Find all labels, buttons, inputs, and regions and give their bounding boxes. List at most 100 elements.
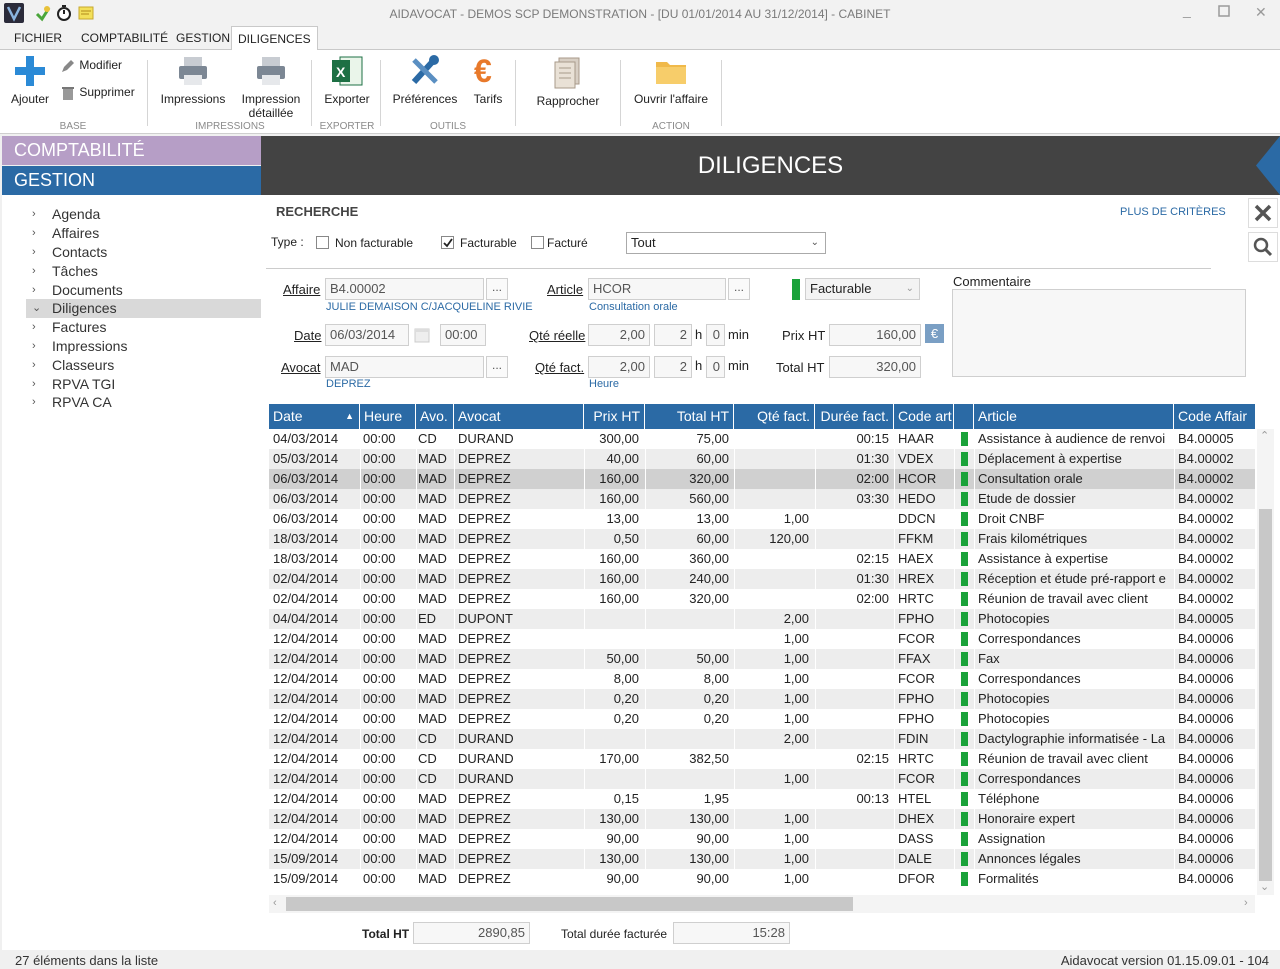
rapprocher-button[interactable]: Rapprocher — [530, 56, 606, 108]
sidebar-item-classeurs[interactable]: › Classeurs — [26, 356, 261, 375]
avocat-label[interactable]: Avocat — [281, 360, 321, 375]
col-prix-ht[interactable]: Prix HT — [584, 404, 645, 429]
sidebar-item-diligences[interactable]: ⌄ Diligences — [26, 299, 261, 318]
affaire-label[interactable]: Affaire — [283, 282, 320, 297]
sidebar-item-taches[interactable]: › Tâches — [26, 262, 261, 281]
qte-reelle-field[interactable]: 2,00 — [588, 324, 650, 346]
col-heure[interactable]: Heure — [360, 404, 416, 429]
supprimer-button[interactable]: Supprimer — [60, 85, 142, 101]
nav-gestion[interactable]: GESTION — [2, 166, 261, 195]
table-row[interactable]: 02/04/2014 00:00 MAD DEPREZ 160,00 320,00 02:0… — [269, 589, 1255, 609]
qte-fact-field[interactable]: 2,00 — [588, 356, 650, 378]
sidebar-item-agenda[interactable]: › Agenda — [26, 205, 261, 224]
ouvrir-affaire-button[interactable]: Ouvrir l'affaire — [630, 54, 712, 106]
tab-comptabilite[interactable]: COMPTABILITÉ — [75, 26, 174, 50]
col-qte-fact[interactable]: Qté fact. — [734, 404, 815, 429]
maximize-icon[interactable] — [1218, 4, 1230, 20]
more-criteria-link[interactable]: PLUS DE CRITÈRES — [1120, 206, 1226, 218]
qte-fact-label[interactable]: Qté fact. — [535, 360, 584, 375]
ajouter-button[interactable]: Ajouter — [8, 54, 52, 106]
table-row[interactable]: 04/04/2014 00:00 ED DUPONT 2,00 FPHO Photocopi… — [269, 609, 1255, 629]
vertical-scrollbar[interactable]: ⌃ ⌄ — [1257, 429, 1274, 895]
table-row[interactable]: 12/04/2014 00:00 MAD DEPREZ 0,20 0,20 1,00 FPHO… — [269, 709, 1255, 729]
col-status[interactable] — [954, 404, 974, 429]
calendar-icon[interactable] — [412, 325, 432, 345]
qte-reelle-label[interactable]: Qté réelle — [529, 328, 585, 343]
sidebar-item-impressions[interactable]: › Impressions — [26, 337, 261, 356]
search-button[interactable] — [1248, 232, 1278, 262]
qte-fact-hours-field[interactable]: 2 — [654, 356, 692, 378]
exporter-button[interactable]: X Exporter — [320, 54, 374, 106]
euro-icon[interactable]: € — [925, 324, 944, 343]
table-row[interactable]: 12/04/2014 00:00 MAD DEPREZ 130,00 130,00 1,00… — [269, 809, 1255, 829]
table-row[interactable]: 12/04/2014 00:00 MAD DEPREZ 8,00 8,00 1,00 FCOR… — [269, 669, 1255, 689]
tab-diligences[interactable]: DILIGENCES — [231, 26, 318, 52]
close-window-icon[interactable]: ✕ — [1255, 4, 1267, 21]
modifier-button[interactable]: Modifier — [60, 58, 140, 74]
table-row[interactable]: 12/04/2014 00:00 MAD DEPREZ 0,15 1,95 00:13 HTE… — [269, 789, 1255, 809]
table-row[interactable]: 05/03/2014 00:00 MAD DEPREZ 40,00 60,00 01:30 V… — [269, 449, 1255, 469]
facture-checkbox[interactable] — [531, 236, 544, 249]
avocat-lookup-button[interactable]: ... — [486, 356, 508, 378]
sidebar-item-documents[interactable]: › Documents — [26, 281, 261, 300]
table-row[interactable]: 12/04/2014 00:00 MAD DEPREZ 1,00 FCOR Correspo… — [269, 629, 1255, 649]
qte-fact-min-field[interactable]: 0 — [706, 356, 725, 378]
table-row[interactable]: 15/09/2014 00:00 MAD DEPREZ 130,00 130,00 1,00… — [269, 849, 1255, 869]
tarifs-button[interactable]: € Tarifs — [468, 54, 508, 106]
table-row[interactable]: 02/04/2014 00:00 MAD DEPREZ 160,00 240,00 01:3… — [269, 569, 1255, 589]
time-field[interactable]: 00:00 — [440, 324, 486, 346]
sidebar-item-factures[interactable]: › Factures — [26, 318, 261, 337]
affaire-field[interactable]: B4.00002 — [325, 278, 484, 300]
tab-fichier[interactable]: FICHIER — [8, 26, 68, 50]
nav-comptabilite[interactable]: COMPTABILITÉ — [2, 136, 261, 165]
minimize-icon[interactable]: _ — [1183, 2, 1191, 18]
table-row[interactable]: 15/09/2014 00:00 MAD DEPREZ 90,00 90,00 1,00 DF… — [269, 869, 1255, 889]
preferences-button[interactable]: Préférences — [390, 54, 460, 106]
article-field[interactable]: HCOR — [588, 278, 726, 300]
sidebar-item-rpva-ca[interactable]: › RPVA CA — [26, 393, 261, 412]
commentaire-textarea[interactable] — [952, 289, 1246, 377]
horizontal-scrollbar[interactable]: ‹ › — [269, 895, 1255, 913]
impression-detaillee-button[interactable]: Impression détaillée — [236, 54, 306, 120]
vertical-scroll-thumb[interactable] — [1259, 509, 1272, 881]
col-article[interactable]: Article — [974, 404, 1174, 429]
article-lookup-button[interactable]: ... — [728, 278, 750, 300]
scroll-down-icon[interactable]: ⌄ — [1260, 880, 1269, 893]
col-total-ht[interactable]: Total HT — [645, 404, 734, 429]
non-facturable-checkbox[interactable] — [316, 236, 329, 249]
table-row[interactable]: 12/04/2014 00:00 MAD DEPREZ 0,20 0,20 1,00 FPHO… — [269, 689, 1255, 709]
close-search-button[interactable] — [1248, 198, 1278, 228]
affaire-lookup-button[interactable]: ... — [486, 278, 508, 300]
date-label[interactable]: Date — [294, 328, 321, 343]
sidebar-item-rpva-tgi[interactable]: › RPVA TGI — [26, 375, 261, 394]
tab-gestion[interactable]: GESTION — [170, 26, 236, 50]
table-row[interactable]: 12/04/2014 00:00 MAD DEPREZ 90,00 90,00 1,00 DA… — [269, 829, 1255, 849]
sidebar-item-contacts[interactable]: › Contacts — [26, 243, 261, 262]
table-row[interactable]: 12/04/2014 00:00 CD DURAND 1,00 FCOR Correspon… — [269, 769, 1255, 789]
article-label[interactable]: Article — [547, 282, 583, 297]
col-code-art[interactable]: Code art — [894, 404, 954, 429]
table-row[interactable]: 06/03/2014 00:00 MAD DEPREZ 160,00 560,00 03:3… — [269, 489, 1255, 509]
sidebar-item-affaires[interactable]: › Affaires — [26, 224, 261, 243]
col-avo[interactable]: Avo. — [416, 404, 454, 429]
qte-reelle-hours-field[interactable]: 2 — [654, 324, 692, 346]
status-select[interactable]: Facturable ⌄ — [805, 278, 920, 300]
prix-ht-field[interactable]: 160,00 — [829, 324, 921, 346]
scroll-up-icon[interactable]: ⌃ — [1260, 429, 1269, 442]
qte-reelle-min-field[interactable]: 0 — [706, 324, 725, 346]
col-code-affaire[interactable]: Code Affair — [1174, 404, 1255, 429]
col-date[interactable]: Date ▲ — [269, 404, 360, 429]
table-row[interactable]: 06/03/2014 00:00 MAD DEPREZ 160,00 320,00 02:0… — [269, 469, 1255, 489]
facturable-checkbox[interactable] — [441, 236, 454, 249]
table-row[interactable]: 12/04/2014 00:00 CD DURAND 2,00 FDIN Dactylogr… — [269, 729, 1255, 749]
col-duree-fact[interactable]: Durée fact. — [815, 404, 894, 429]
col-avocat[interactable]: Avocat — [454, 404, 584, 429]
total-ht-field[interactable]: 320,00 — [829, 356, 921, 378]
table-row[interactable]: 18/03/2014 00:00 MAD DEPREZ 0,50 60,00 120,00 F… — [269, 529, 1255, 549]
scroll-left-icon[interactable]: ‹ — [273, 897, 277, 909]
impressions-button[interactable]: Impressions — [156, 54, 230, 106]
horizontal-scroll-thumb[interactable] — [286, 897, 853, 911]
table-row[interactable]: 12/04/2014 00:00 MAD DEPREZ 50,00 50,00 1,00 FF… — [269, 649, 1255, 669]
type-select[interactable]: Tout ⌄ — [626, 232, 826, 254]
date-field[interactable]: 06/03/2014 — [325, 324, 409, 346]
